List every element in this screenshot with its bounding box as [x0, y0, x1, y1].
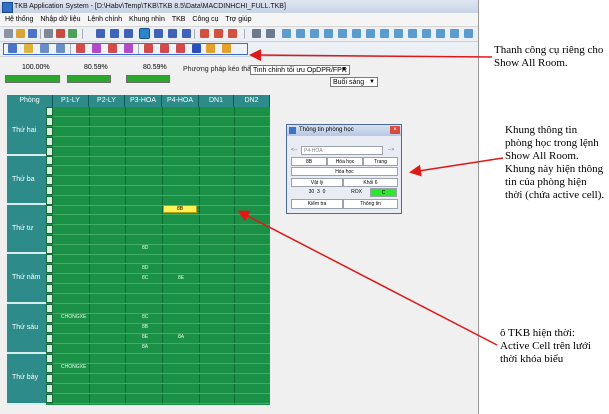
arrow-dialog: [409, 157, 504, 177]
arrow-cell: [237, 210, 498, 346]
annotation-arrows: [237, 49, 504, 346]
arrow-toolbar: [249, 49, 493, 62]
